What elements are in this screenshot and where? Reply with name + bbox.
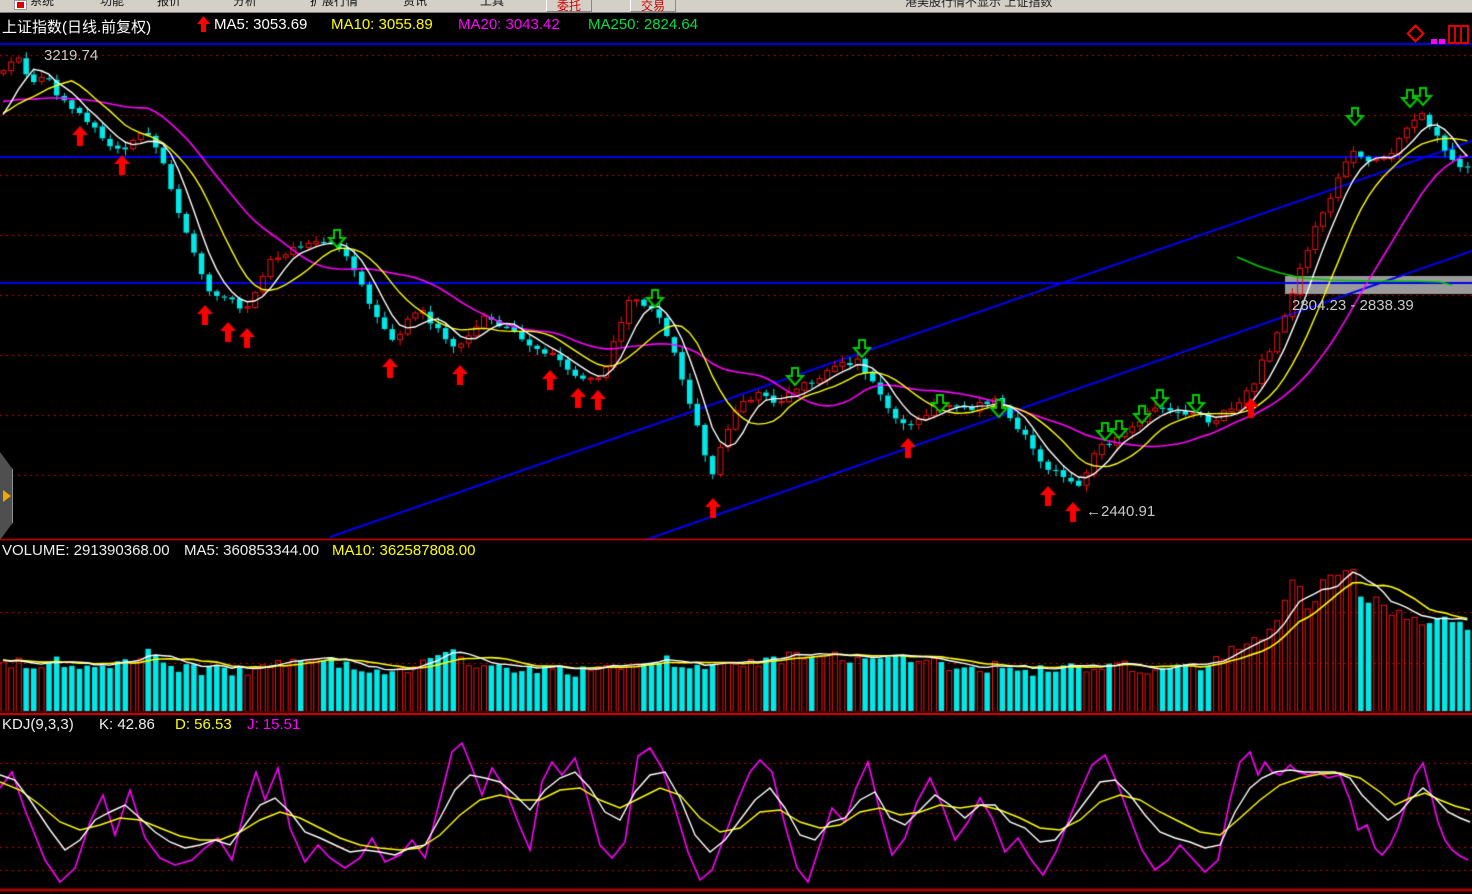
up-arrow-icon (197, 16, 210, 36)
volume-value: VOLUME: 291390368.00 (2, 542, 170, 559)
trading-app-window: 系统 功能 报价 分析 扩展行情 资讯 工具 委托 交易 港美股行情不显示 上证… (0, 0, 1472, 894)
ma10-value: MA10: 3055.89 (331, 16, 433, 33)
menu-status-text: 港美股行情不显示 上证指数 (905, 0, 1052, 10)
volume-ma5-value: MA5: 360853344.00 (184, 542, 319, 559)
magenta-marker (1439, 39, 1445, 44)
kdj-name: KDJ(9,3,3) (2, 716, 74, 733)
kdj-d-value: D: 56.53 (175, 716, 232, 733)
menu-item-system[interactable]: 系统 (30, 0, 54, 9)
menu-item-news[interactable]: 资讯 (403, 0, 427, 9)
grid-view-icon[interactable] (1448, 25, 1469, 44)
expand-arrow-icon (3, 490, 11, 502)
stock-chart-canvas[interactable] (0, 0, 1472, 894)
menu-item-function[interactable]: 功能 (100, 0, 124, 9)
menu-bar: 系统 功能 报价 分析 扩展行情 资讯 工具 委托 交易 港美股行情不显示 上证… (0, 0, 1472, 13)
app-icon (14, 0, 27, 10)
high-price-label: 3219.74 (44, 47, 98, 64)
volume-ma10-value: MA10: 362587808.00 (332, 542, 475, 559)
chart-title-row: 上证指数(日线.前复权) MA5: 3053.69 MA10: 3055.89 … (0, 14, 1472, 36)
gap-range-label: 2804.23 - 2838.39 (1292, 297, 1414, 314)
ma5-value: MA5: 3053.69 (214, 16, 307, 33)
kdj-j-value: J: 15.51 (247, 716, 300, 733)
menu-item-tools[interactable]: 工具 (480, 0, 504, 9)
magenta-marker (1431, 39, 1437, 44)
kdj-k-value: K: 42.86 (99, 716, 155, 733)
menu-item-quotes[interactable]: 报价 (157, 0, 181, 9)
symbol-title: 上证指数(日线.前复权) (2, 16, 151, 37)
menu-item-extended[interactable]: 扩展行情 (310, 0, 358, 9)
menu-item-analysis[interactable]: 分析 (233, 0, 257, 9)
low-price-label: ←2440.91 (1086, 503, 1155, 520)
ma250-value: MA250: 2824.64 (588, 16, 698, 33)
order-button[interactable]: 委托 (546, 0, 592, 12)
ma20-value: MA20: 3043.42 (458, 16, 560, 33)
trade-button[interactable]: 交易 (630, 0, 676, 12)
